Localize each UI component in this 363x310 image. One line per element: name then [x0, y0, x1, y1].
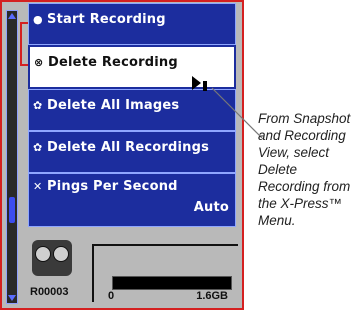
callout-text: From Snapshot and Recording View, select… — [258, 111, 351, 228]
figure: ● Start Recording ⊗ Delete Recording ✿ D… — [0, 0, 363, 310]
